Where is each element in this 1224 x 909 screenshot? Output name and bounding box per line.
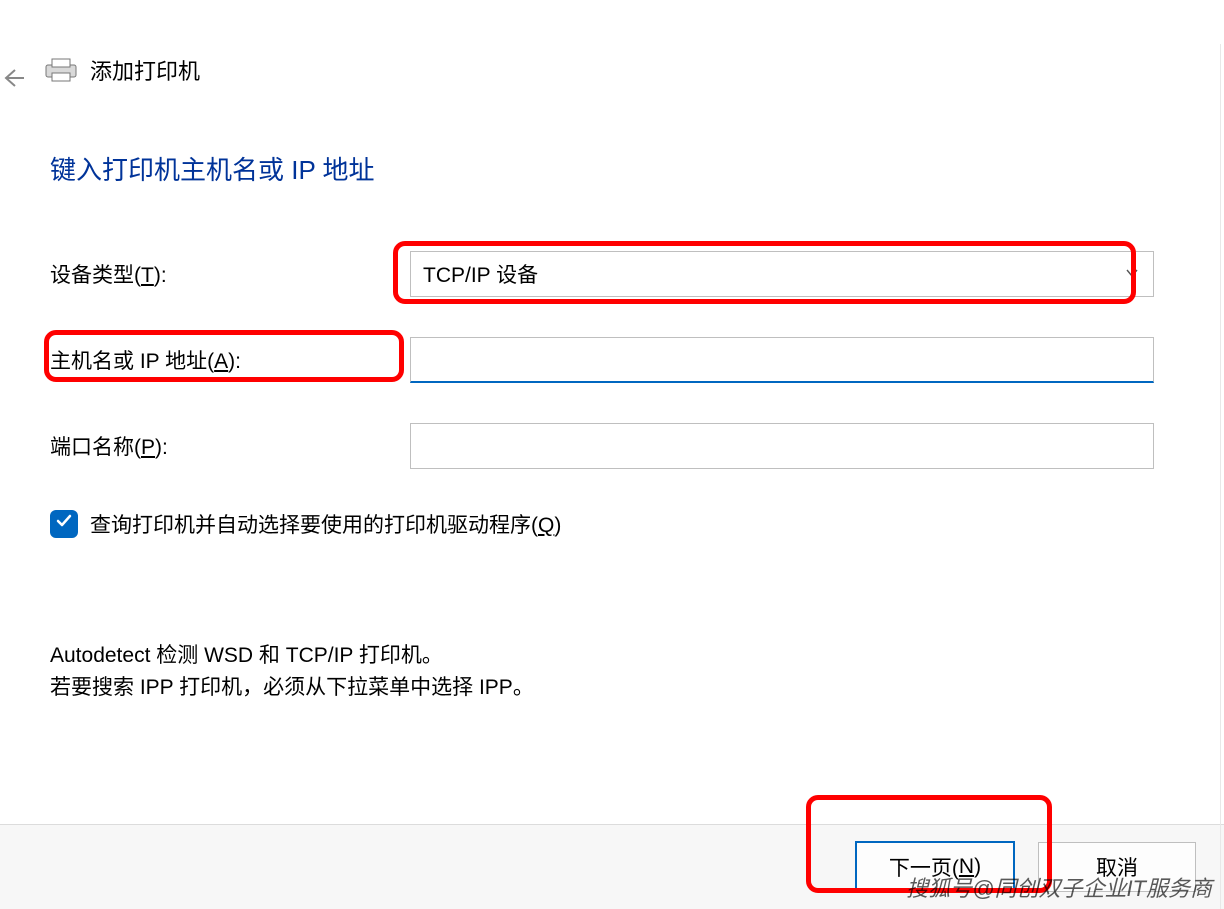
page-heading: 键入打印机主机名或 IP 地址 xyxy=(50,150,1154,187)
host-address-input[interactable] xyxy=(410,337,1154,383)
port-name-label: 端口名称(P): xyxy=(50,431,410,461)
note-line-2: 若要搜索 IPP 打印机，必须从下拉菜单中选择 IPP。 xyxy=(50,672,1144,704)
device-type-row: 设备类型(T): TCP/IP 设备 xyxy=(50,251,1154,297)
wizard-title: 添加打印机 xyxy=(90,54,200,86)
port-name-row: 端口名称(P): xyxy=(50,423,1154,469)
printer-icon xyxy=(44,57,78,83)
device-type-value: TCP/IP 设备 xyxy=(423,259,538,289)
host-address-label: 主机名或 IP 地址(A): xyxy=(50,345,410,375)
watermark-text: 搜狐号@同创双子企业IT服务商 xyxy=(906,871,1212,903)
device-type-select[interactable]: TCP/IP 设备 xyxy=(410,251,1154,297)
query-driver-label: 查询打印机并自动选择要使用的打印机驱动程序(Q) xyxy=(90,509,561,539)
note-text: Autodetect 检测 WSD 和 TCP/IP 打印机。 若要搜索 IPP… xyxy=(50,640,1144,703)
check-icon xyxy=(55,512,73,536)
content-area: 键入打印机主机名或 IP 地址 设备类型(T): TCP/IP 设备 主机名或 … xyxy=(50,150,1154,539)
add-printer-wizard-window: 添加打印机 键入打印机主机名或 IP 地址 设备类型(T): TCP/IP 设备… xyxy=(0,0,1224,909)
device-type-label: 设备类型(T): xyxy=(50,259,410,289)
back-button[interactable] xyxy=(0,66,22,88)
title-row: 添加打印机 xyxy=(44,54,200,86)
window-edge xyxy=(1220,44,1222,909)
query-driver-row: 查询打印机并自动选择要使用的打印机驱动程序(Q) xyxy=(50,509,1154,539)
query-driver-checkbox[interactable] xyxy=(50,510,78,538)
close-button[interactable] xyxy=(1166,2,1194,42)
chevron-down-icon xyxy=(1125,262,1139,286)
host-address-row: 主机名或 IP 地址(A): xyxy=(50,337,1154,383)
arrow-left-icon xyxy=(0,77,24,94)
note-line-1: Autodetect 检测 WSD 和 TCP/IP 打印机。 xyxy=(50,640,1144,672)
port-name-input[interactable] xyxy=(410,423,1154,469)
